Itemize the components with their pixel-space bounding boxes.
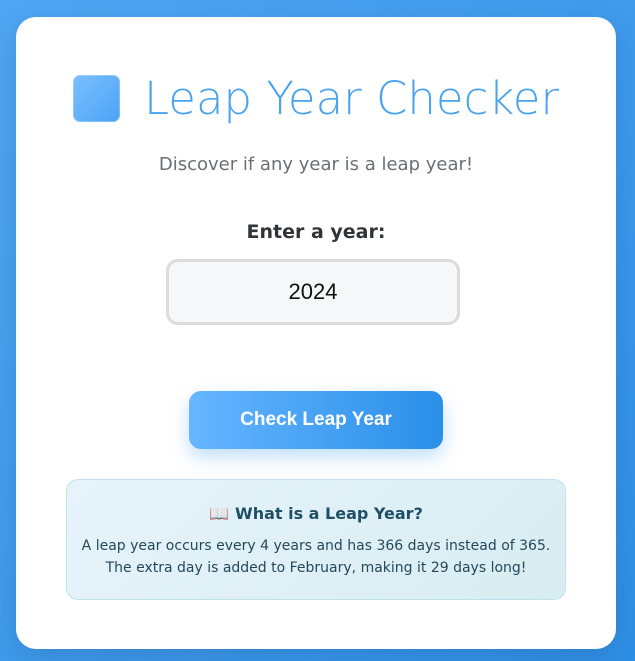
year-field-label: Enter a year:: [246, 221, 386, 243]
check-leap-year-button[interactable]: Check Leap Year: [189, 391, 443, 449]
book-icon: 📖: [209, 504, 230, 523]
main-card: Leap Year Checker Discover if any year i…: [16, 17, 616, 649]
info-text: A leap year occurs every 4 years and has…: [67, 535, 565, 579]
info-title: What is a Leap Year?: [235, 504, 423, 523]
info-title-row: 📖 What is a Leap Year?: [67, 504, 565, 523]
app-logo-icon: [73, 75, 120, 122]
page-subtitle: Discover if any year is a leap year!: [158, 154, 474, 175]
info-box: 📖 What is a Leap Year? A leap year occurs…: [66, 479, 566, 600]
page-title: Leap Year Checker: [144, 72, 559, 125]
header: Leap Year Checker: [16, 75, 616, 122]
year-input[interactable]: [166, 259, 460, 325]
info-line-1: A leap year occurs every 4 years and has…: [81, 538, 551, 554]
info-line-2: The extra day is added to February, maki…: [105, 560, 527, 576]
